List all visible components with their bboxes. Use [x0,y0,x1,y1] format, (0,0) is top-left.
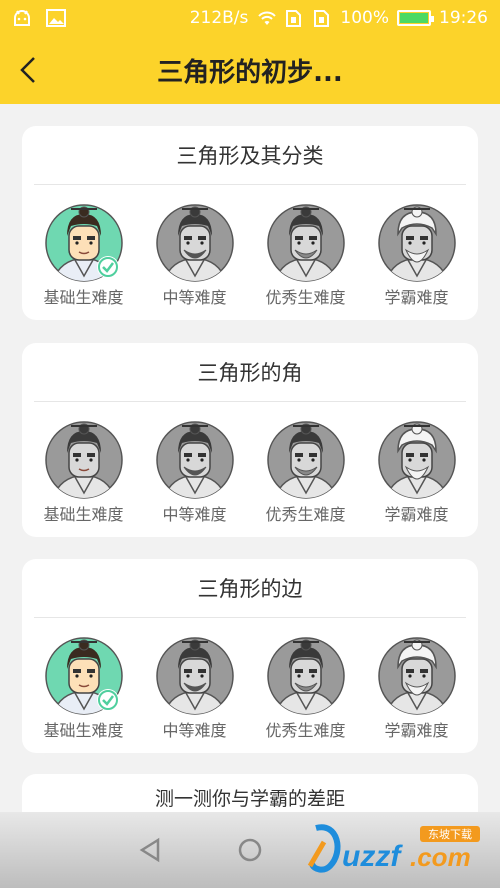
level-label: 中等难度 [162,505,227,524]
battery-icon [397,10,434,26]
avatar-locked [155,204,234,282]
level-list: 基础生难度 中等难度 优秀生难度 学霸难度 [22,204,478,308]
avatar-locked [266,421,345,499]
battery-percent: 100% [340,8,389,28]
sim1-signal-icon [284,9,304,27]
level-list: 基础生难度 中等难度 优秀生难度 学霸难度 [22,421,478,525]
page-title: 三角形的初步... [157,57,343,88]
topic-title: 三角形及其分类 [176,144,324,168]
level-item[interactable]: 优秀生难度 [254,637,358,741]
level-label: 基础生难度 [43,721,124,740]
level-item[interactable]: 优秀生难度 [254,421,358,525]
content-scroll[interactable]: 三角形及其分类 基础生难度 中等难度 优秀生难度 学霸难度 三角形的角 基础生难度 中等难度优… [0,104,500,812]
level-item[interactable]: 学霸难度 [365,637,469,741]
avatar-completed [44,637,123,715]
level-item[interactable]: 中等难度 [143,421,247,525]
nav-back-button[interactable] [135,835,165,865]
topic-card: 三角形及其分类基础生难度 中等难度 优秀生难度 学霸难度 [22,126,478,320]
level-item[interactable]: 学霸难度 [365,204,469,308]
level-list: 基础生难度 中等难度 优秀生难度 学霸难度 [22,637,478,741]
level-label: 中等难度 [162,721,227,740]
triangle-back-icon [139,837,160,863]
level-label: 优秀生难度 [265,505,346,524]
topic-card: 三角形的角基础生难度 中等难度 优秀生难度 学霸难度 [22,343,478,537]
status-bar: 212B/s 100% 19:26 [0,0,500,36]
level-label: 优秀生难度 [265,288,346,307]
topic-title: 三角形的边 [197,577,303,601]
challenge-title: 测一测你与学霸的差距 [154,787,345,810]
level-item[interactable]: 中等难度 [143,204,247,308]
level-item[interactable]: 基础生难度 [32,637,136,741]
wifi-icon [256,9,277,27]
level-item[interactable]: 基础生难度 [32,421,136,525]
circle-home-icon [238,838,262,862]
avatar-locked [377,637,456,715]
level-label: 学霸难度 [384,721,449,740]
level-item[interactable]: 基础生难度 [32,204,136,308]
level-label: 优秀生难度 [265,721,346,740]
android-icon [12,9,32,27]
avatar-locked [155,637,234,715]
clock: 19:26 [439,8,488,28]
avatar-locked [44,421,123,499]
level-item[interactable]: 学霸难度 [365,421,469,525]
divider [34,617,466,618]
level-item[interactable]: 优秀生难度 [254,204,358,308]
avatar-locked [266,637,345,715]
svg-text:.com: .com [410,842,471,872]
level-item[interactable]: 中等难度 [143,637,247,741]
level-label: 学霸难度 [384,505,449,524]
sim2-signal-icon [312,9,332,27]
divider [34,184,466,185]
svg-text:uzzf: uzzf [342,840,403,873]
svg-text:东坡下载: 东坡下载 [428,828,472,841]
network-speed: 212B/s [189,8,249,28]
level-label: 基础生难度 [43,505,124,524]
avatar-locked [377,421,456,499]
avatar-locked [155,421,234,499]
challenge-card[interactable]: 测一测你与学霸的差距 [22,774,478,812]
level-label: 学霸难度 [384,288,449,307]
back-button[interactable] [8,50,48,90]
avatar-completed [44,204,123,282]
level-label: 中等难度 [162,288,227,307]
topic-title: 三角形的角 [197,361,303,385]
chevron-left-icon [20,57,35,83]
app-bar: 三角形的初步... [0,36,500,104]
topic-card: 三角形的边基础生难度 中等难度 优秀生难度 学霸难度 [22,559,478,753]
watermark-logo: uzzf .com 东坡下载 [302,822,492,876]
avatar-locked [377,204,456,282]
nav-home-button[interactable] [235,835,265,865]
avatar-locked [266,204,345,282]
image-icon [46,9,66,27]
level-label: 基础生难度 [43,288,124,307]
divider [34,401,466,402]
